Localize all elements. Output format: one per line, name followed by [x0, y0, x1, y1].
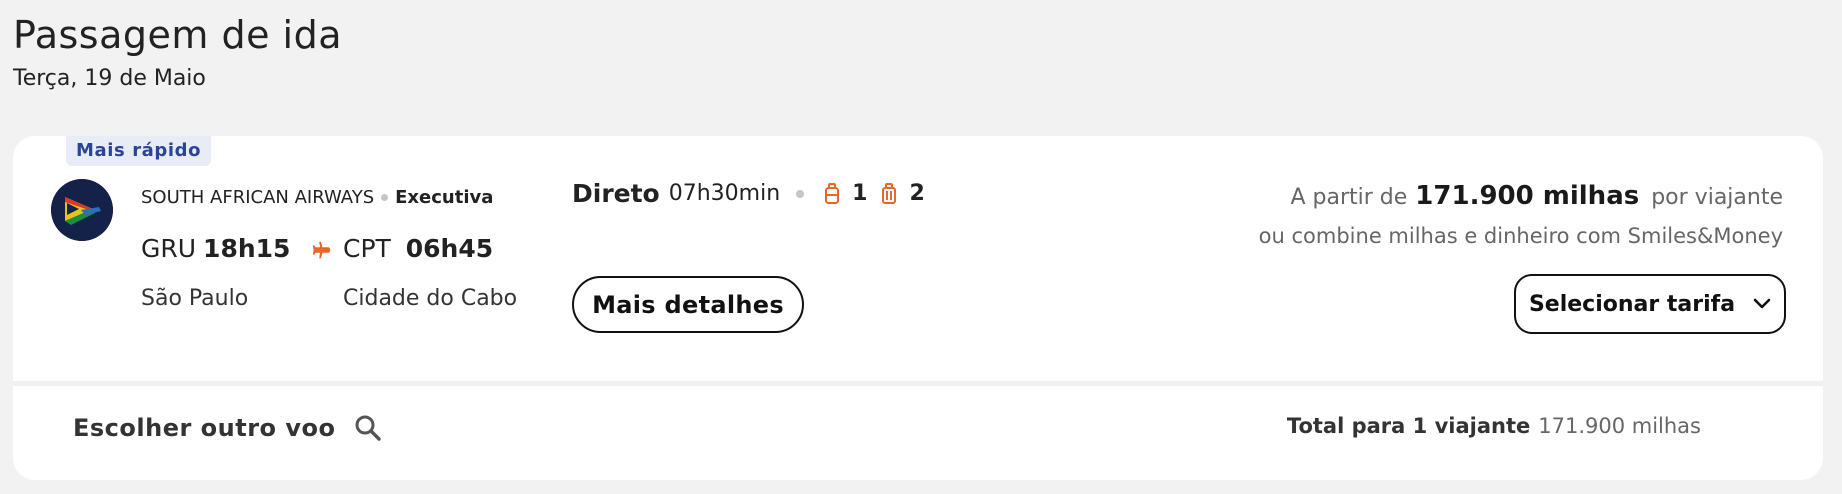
- separator-dot: [381, 194, 389, 201]
- checked-bag: 2: [881, 181, 925, 206]
- airline-info: SOUTH AFRICAN AIRWAYS Executiva: [141, 187, 493, 208]
- destination-city: Cidade do Cabo: [343, 286, 518, 311]
- flight-duration: 07h30min: [668, 181, 781, 206]
- page-title: Passagem de ida: [13, 13, 343, 57]
- airline-logo: [51, 179, 113, 241]
- select-fare-label: Selecionar tarifa: [1528, 291, 1736, 317]
- separator-dot: [796, 189, 805, 198]
- origin-city: São Paulo: [141, 286, 249, 311]
- choose-other-flight[interactable]: Escolher outro voo: [73, 414, 382, 442]
- choose-other-flight-label[interactable]: Escolher outro voo: [73, 414, 336, 442]
- select-fare-button[interactable]: Selecionar tarifa: [1514, 274, 1786, 334]
- total-label: Total para 1 viajante: [1286, 414, 1531, 438]
- destination-code: CPT: [343, 234, 391, 263]
- plane-icon: [310, 238, 332, 260]
- carry-on-bag-icon: [825, 182, 840, 204]
- smiles-money-note: ou combine milhas e dinheiro com Smiles&…: [1258, 224, 1783, 248]
- total-value: 171.900 milhas: [1538, 414, 1701, 438]
- price-value: 171.900 milhas: [1415, 181, 1640, 211]
- page-subtitle-date: Terça, 19 de Maio: [13, 66, 206, 91]
- destination-time: 06h45: [405, 234, 494, 263]
- total-price: Total para 1 viajante 171.900 milhas: [1287, 414, 1701, 438]
- airline-name: SOUTH AFRICAN AIRWAYS: [141, 187, 375, 208]
- flight-type: Direto: [572, 179, 660, 208]
- arrival-time-block: CPT 06h45: [343, 234, 493, 263]
- carry-on-count: 1: [852, 181, 868, 206]
- chevron-down-icon: [1753, 298, 1771, 309]
- departure-time-block: GRU 18h15: [141, 234, 354, 263]
- checked-bag-count: 2: [909, 181, 925, 206]
- cabin-class: Executiva: [395, 187, 494, 208]
- flight-summary: Direto 07h30min 1 2: [572, 179, 939, 208]
- more-details-button[interactable]: Mais detalhes: [572, 276, 804, 333]
- search-icon[interactable]: [354, 414, 382, 442]
- price-from-label: A partir de: [1290, 185, 1408, 210]
- fastest-badge: Mais rápido: [66, 136, 212, 166]
- flight-card: Mais rápido SOUTH AFRICAN AIRWAYS Execut…: [13, 136, 1823, 480]
- carry-on-bag: 1: [824, 181, 867, 206]
- origin-code: GRU: [141, 234, 197, 263]
- price-info: A partir de 171.900 milhas por viajante: [1290, 181, 1783, 211]
- checked-bag-icon: [882, 182, 897, 204]
- card-divider: [13, 381, 1823, 386]
- origin-time: 18h15: [203, 234, 291, 263]
- price-per-label: por viajante: [1651, 185, 1783, 210]
